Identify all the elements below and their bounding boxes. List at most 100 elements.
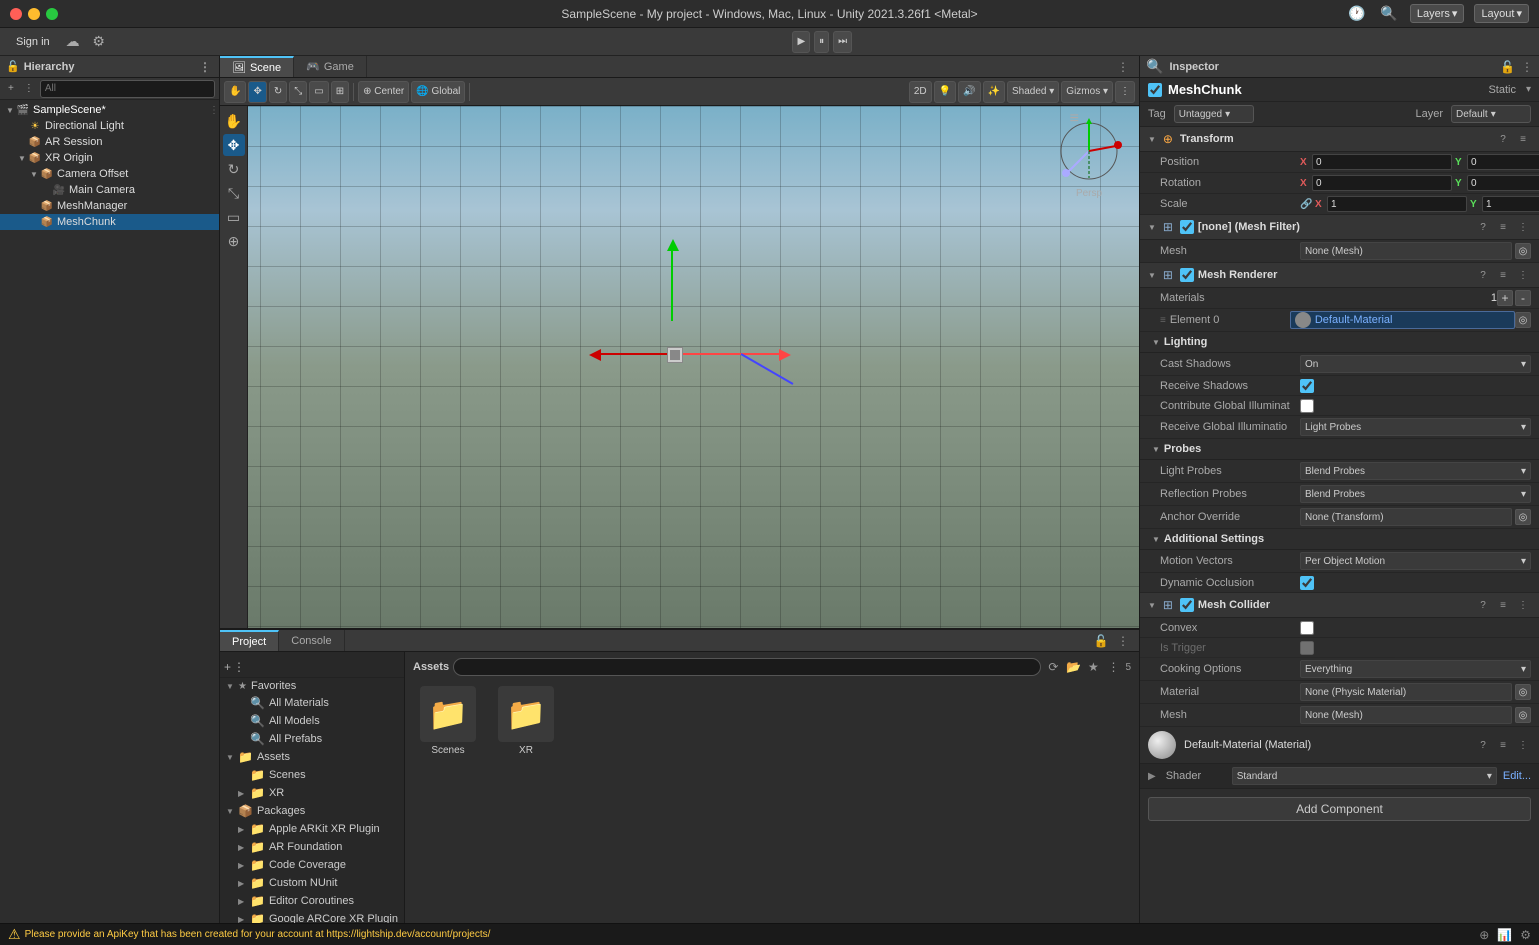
hierarchy-lock-icon[interactable]: 🔓 — [6, 60, 20, 73]
hierarchy-item-samplescene[interactable]: ▼ 🎬 SampleScene* ⋮ — [0, 102, 219, 118]
editor-coroutines-folder[interactable]: ▶ 📁 Editor Coroutines — [220, 892, 404, 910]
assets-header[interactable]: ▼ 📁 Assets — [220, 748, 404, 766]
tag-dropdown[interactable]: Untagged ▾ — [1174, 105, 1254, 123]
mesh-ref-button[interactable]: ◎ — [1515, 243, 1531, 259]
hierarchy-search-input[interactable] — [40, 80, 215, 98]
mesh-dropdown[interactable]: None (Mesh) — [1300, 242, 1512, 260]
position-x-input[interactable] — [1312, 154, 1452, 170]
more-button[interactable]: ⋮ — [1115, 81, 1135, 103]
help-icon[interactable]: ? — [1475, 267, 1491, 283]
code-coverage-folder[interactable]: ▶ 📁 Code Coverage — [220, 856, 404, 874]
static-dropdown-icon[interactable]: ▾ — [1526, 84, 1531, 95]
scene-options-icon[interactable]: ⋮ — [1115, 59, 1131, 75]
hierarchy-item-meshmanager[interactable]: 📦 MeshManager — [0, 198, 219, 214]
reveal-icon[interactable]: 📂 — [1065, 659, 1081, 675]
help-icon[interactable]: ? — [1475, 219, 1491, 235]
tab-scene[interactable]: 🖼 Scene — [220, 56, 294, 77]
more-icon[interactable]: ⋮ — [1515, 597, 1531, 613]
ar-foundation-folder[interactable]: ▶ 📁 AR Foundation — [220, 838, 404, 856]
rotate-icon[interactable]: ↻ — [223, 158, 245, 180]
play-button[interactable]: ▶ — [792, 31, 810, 53]
2d-button[interactable]: 2D — [909, 81, 932, 103]
motion-vectors-dropdown[interactable]: Per Object Motion ▾ — [1300, 552, 1531, 570]
scale-tool-button[interactable]: ⤡ — [289, 81, 307, 103]
hierarchy-item-meshchunk[interactable]: 📦 MeshChunk — [0, 214, 219, 230]
materials-add-button[interactable]: + — [1497, 290, 1513, 306]
settings-icon[interactable]: ≡ — [1495, 267, 1511, 283]
help-icon[interactable]: ? — [1475, 737, 1491, 753]
mesh-renderer-enabled-checkbox[interactable] — [1180, 268, 1194, 282]
anchor-override-dropdown[interactable]: None (Transform) — [1300, 508, 1512, 526]
favorites-header[interactable]: ▼ ★ Favorites — [220, 678, 404, 694]
more-icon[interactable]: ⋮ — [1515, 219, 1531, 235]
rotation-x-input[interactable] — [1312, 175, 1452, 191]
more-icon[interactable]: ⋮ — [1515, 737, 1531, 753]
mesh-collider-header[interactable]: ▼ ⊞ Mesh Collider ? ≡ ⋮ — [1140, 593, 1539, 618]
anchor-ref-button[interactable]: ◎ — [1515, 509, 1531, 525]
scene-view[interactable]: ✋ ✥ ↻ ⤡ ▭ ⊕ — [220, 106, 1139, 628]
light-probes-dropdown[interactable]: Blend Probes ▾ — [1300, 462, 1531, 480]
scenes-folder-item[interactable]: 📁 Scenes — [413, 686, 483, 756]
add-component-button[interactable]: Add Component — [1148, 797, 1531, 821]
layout-dropdown[interactable]: Layout ▾ — [1474, 4, 1529, 23]
receive-gi-dropdown[interactable]: Light Probes ▾ — [1300, 418, 1531, 436]
move-icon[interactable]: ✥ — [223, 134, 245, 156]
shader-dropdown[interactable]: Standard ▾ — [1232, 767, 1497, 785]
xr-folder[interactable]: ▶ 📁 XR — [220, 784, 404, 802]
more-icon[interactable]: ⋮ — [1115, 633, 1131, 649]
more-icon[interactable]: ⋮ — [1105, 659, 1121, 675]
help-icon[interactable]: ? — [1475, 597, 1491, 613]
settings-icon[interactable]: ≡ — [1515, 131, 1531, 147]
hierarchy-more-icon[interactable]: ⋮ — [197, 59, 213, 75]
tab-game[interactable]: 🎮 Game — [294, 56, 367, 77]
scene-options-icon[interactable]: ⋮ — [209, 105, 219, 116]
cast-shadows-dropdown[interactable]: On ▾ — [1300, 355, 1531, 373]
step-button[interactable]: ⏭ — [833, 31, 852, 53]
move-tool-button[interactable]: ✥ — [248, 81, 266, 103]
close-button[interactable] — [10, 8, 22, 20]
rotate-tool-button[interactable]: ↻ — [269, 81, 287, 103]
minimize-button[interactable] — [28, 8, 40, 20]
hand-tool-button[interactable]: ✋ — [224, 81, 246, 103]
add-icon[interactable]: + — [224, 660, 231, 674]
tab-project[interactable]: Project — [220, 630, 279, 651]
scale-icon[interactable]: ⤡ — [223, 182, 245, 204]
xr-folder-item[interactable]: 📁 XR — [491, 686, 561, 756]
rect-icon[interactable]: ▭ — [223, 206, 245, 228]
settings-icon[interactable]: ≡ — [1495, 597, 1511, 613]
lighting-section-header[interactable]: ▼ Lighting — [1140, 332, 1539, 353]
hierarchy-item-ar-session[interactable]: 📦 AR Session — [0, 134, 219, 150]
star-icon[interactable]: ★ — [1085, 659, 1101, 675]
probes-section-header[interactable]: ▼ Probes — [1140, 439, 1539, 460]
status-icon-1[interactable]: ⊕ — [1479, 928, 1489, 942]
mesh-filter-header[interactable]: ▼ ⊞ [none] (Mesh Filter) ? ≡ ⋮ — [1140, 215, 1539, 240]
lighting-button[interactable]: 💡 — [934, 81, 956, 103]
lock-icon[interactable]: 🔓 — [1093, 633, 1109, 649]
reflection-probes-dropdown[interactable]: Blend Probes ▾ — [1300, 485, 1531, 503]
settings-icon[interactable]: ≡ — [1495, 737, 1511, 753]
all-prefabs-item[interactable]: 🔍 All Prefabs — [220, 730, 404, 748]
scale-x-input[interactable] — [1327, 196, 1467, 212]
inspector-lock-icon[interactable]: 🔓 — [1500, 60, 1515, 74]
rect-tool-button[interactable]: ▭ — [309, 81, 328, 103]
transform-tool-button[interactable]: ⊞ — [331, 81, 349, 103]
scenes-folder[interactable]: 📁 Scenes — [220, 766, 404, 784]
layer-dropdown[interactable]: Default ▾ — [1451, 105, 1531, 123]
element-0-value[interactable]: Default-Material — [1290, 311, 1515, 329]
folder-refresh-icon[interactable]: ⟳ — [1045, 659, 1061, 675]
additional-settings-header[interactable]: ▼ Additional Settings — [1140, 529, 1539, 550]
contribute-gi-checkbox[interactable] — [1300, 399, 1314, 413]
edit-shader-button[interactable]: Edit... — [1503, 770, 1531, 782]
object-enabled-checkbox[interactable] — [1148, 83, 1162, 97]
audio-button[interactable]: 🔊 — [958, 81, 980, 103]
tab-console[interactable]: Console — [279, 630, 344, 651]
settings-icon[interactable]: ⚙ — [88, 31, 110, 53]
settings-icon[interactable]: ≡ — [1495, 219, 1511, 235]
layers-dropdown[interactable]: Layers ▾ — [1410, 4, 1465, 23]
status-icon-2[interactable]: 📊 — [1497, 928, 1512, 942]
hierarchy-item-camera-offset[interactable]: ▼ 📦 Camera Offset — [0, 166, 219, 182]
maximize-button[interactable] — [46, 8, 58, 20]
hierarchy-options-button[interactable]: ⋮ — [20, 82, 38, 95]
position-y-input[interactable] — [1467, 154, 1539, 170]
fx-button[interactable]: ✨ — [983, 81, 1005, 103]
